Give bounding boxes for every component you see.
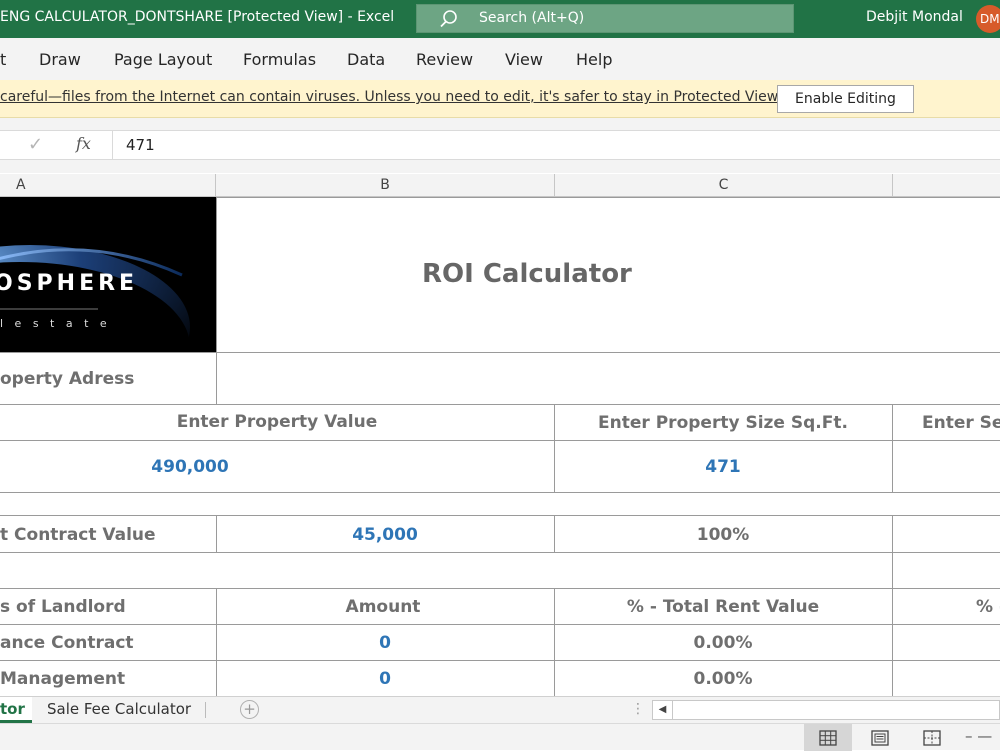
column-headers: A B C <box>0 174 1000 197</box>
insert-function-icon[interactable]: fx <box>76 134 91 153</box>
column-d-label[interactable]: Enter Se <box>922 413 1000 433</box>
logo-tagline: l e s t a t e <box>0 317 111 330</box>
column-header-d[interactable] <box>893 174 1000 197</box>
tab-draw[interactable]: Draw <box>39 50 81 69</box>
column-header-b[interactable]: B <box>216 174 555 197</box>
property-size-input[interactable]: 471 <box>554 457 892 477</box>
border-line <box>216 352 217 404</box>
tab-view[interactable]: View <box>505 50 543 69</box>
add-sheet-icon[interactable]: + <box>240 700 259 719</box>
border-line <box>0 492 1000 493</box>
tab-help[interactable]: Help <box>576 50 612 69</box>
border-line <box>216 197 217 353</box>
border-line <box>216 197 1000 198</box>
grid-view-icon <box>819 730 837 746</box>
logo-name: OSPHERE <box>0 271 139 296</box>
formula-bar: ✓ fx 471 <box>0 118 1000 173</box>
sheet-tab-bar: tor Sale Fee Calculator + ⋮ ◀ <box>0 696 1000 723</box>
enable-editing-button[interactable]: Enable Editing <box>777 85 914 113</box>
search-placeholder: Search (Alt+Q) <box>479 10 585 26</box>
maintenance-contract-label[interactable]: ance Contract <box>0 633 134 653</box>
normal-view-button[interactable] <box>804 724 852 751</box>
tab-divider <box>205 702 206 718</box>
search-icon <box>440 10 457 28</box>
status-bar: – — <box>0 723 1000 751</box>
document-title: ENG CALCULATOR_DONTSHARE [Protected View… <box>0 9 395 25</box>
formula-divider <box>112 131 113 159</box>
maintenance-contract-percent[interactable]: 0.00% <box>554 633 892 653</box>
border-line <box>0 352 1000 353</box>
management-amount[interactable]: 0 <box>216 669 554 689</box>
page-break-preview-button[interactable] <box>908 724 956 751</box>
border-line <box>0 660 1000 661</box>
sheet-title[interactable]: ROI Calculator <box>422 259 632 289</box>
property-value-label[interactable]: Enter Property Value <box>0 412 554 432</box>
page-layout-icon <box>871 730 889 746</box>
sheet-tab-sale-fee-calculator[interactable]: Sale Fee Calculator <box>47 700 191 718</box>
border-line <box>0 624 1000 625</box>
title-bar: ENG CALCULATOR_DONTSHARE [Protected View… <box>0 0 1000 38</box>
horizontal-scrollbar[interactable]: ◀ <box>652 700 1000 720</box>
company-logo: OSPHERE l e s t a t e <box>0 197 216 352</box>
user-name[interactable]: Debjit Mondal <box>866 9 963 25</box>
search-box[interactable]: Search (Alt+Q) <box>416 4 794 33</box>
ribbon-tabs: t Draw Page Layout Formulas Data Review … <box>0 38 1000 80</box>
tab-page-layout[interactable]: Page Layout <box>114 50 212 69</box>
tab-insert[interactable]: t <box>0 50 6 69</box>
border-line <box>0 588 1000 589</box>
column-d-percent-header[interactable]: % - <box>976 597 1000 617</box>
protected-view-bar: careful—files from the Internet can cont… <box>0 80 1000 118</box>
column-header-c[interactable]: C <box>555 174 893 197</box>
property-size-label[interactable]: Enter Property Size Sq.Ft. <box>554 413 892 433</box>
amount-header[interactable]: Amount <box>216 597 550 617</box>
tab-data[interactable]: Data <box>347 50 385 69</box>
contract-value-label[interactable]: t Contract Value <box>0 525 156 545</box>
maintenance-contract-amount[interactable]: 0 <box>216 633 554 653</box>
contract-value-input[interactable]: 45,000 <box>216 525 554 545</box>
protected-view-message[interactable]: careful—files from the Internet can cont… <box>0 89 781 105</box>
contract-percent[interactable]: 100% <box>554 525 892 545</box>
column-header-a[interactable]: A <box>0 174 216 197</box>
border-line <box>0 404 1000 405</box>
formula-input[interactable]: 471 <box>126 136 155 154</box>
worksheet-grid[interactable]: OSPHERE l e s t a t e ROI Calculator ope… <box>0 197 1000 697</box>
property-value-input[interactable]: 490,000 <box>0 457 380 477</box>
tab-split-handle-icon[interactable]: ⋮ <box>631 701 645 717</box>
border-line <box>892 404 893 492</box>
border-line <box>0 440 1000 441</box>
scroll-left-icon[interactable]: ◀ <box>653 701 673 719</box>
border-line <box>0 515 1000 516</box>
border-line <box>892 588 893 697</box>
property-address-label[interactable]: operty Adress <box>0 369 134 389</box>
page-layout-view-button[interactable] <box>856 724 904 751</box>
tab-review[interactable]: Review <box>416 50 473 69</box>
management-percent[interactable]: 0.00% <box>554 669 892 689</box>
zoom-slider[interactable]: – — <box>965 727 992 745</box>
enter-check-icon[interactable]: ✓ <box>28 134 43 155</box>
page-break-icon <box>923 730 941 746</box>
sheet-tab-roi-calculator[interactable]: tor <box>0 697 32 723</box>
tab-formulas[interactable]: Formulas <box>243 50 316 69</box>
border-line <box>0 552 1000 553</box>
management-label[interactable]: Management <box>0 669 125 689</box>
percent-total-rent-header[interactable]: % - Total Rent Value <box>554 597 892 617</box>
avatar[interactable]: DM <box>976 5 1000 33</box>
landlord-costs-label[interactable]: s of Landlord <box>0 597 126 617</box>
